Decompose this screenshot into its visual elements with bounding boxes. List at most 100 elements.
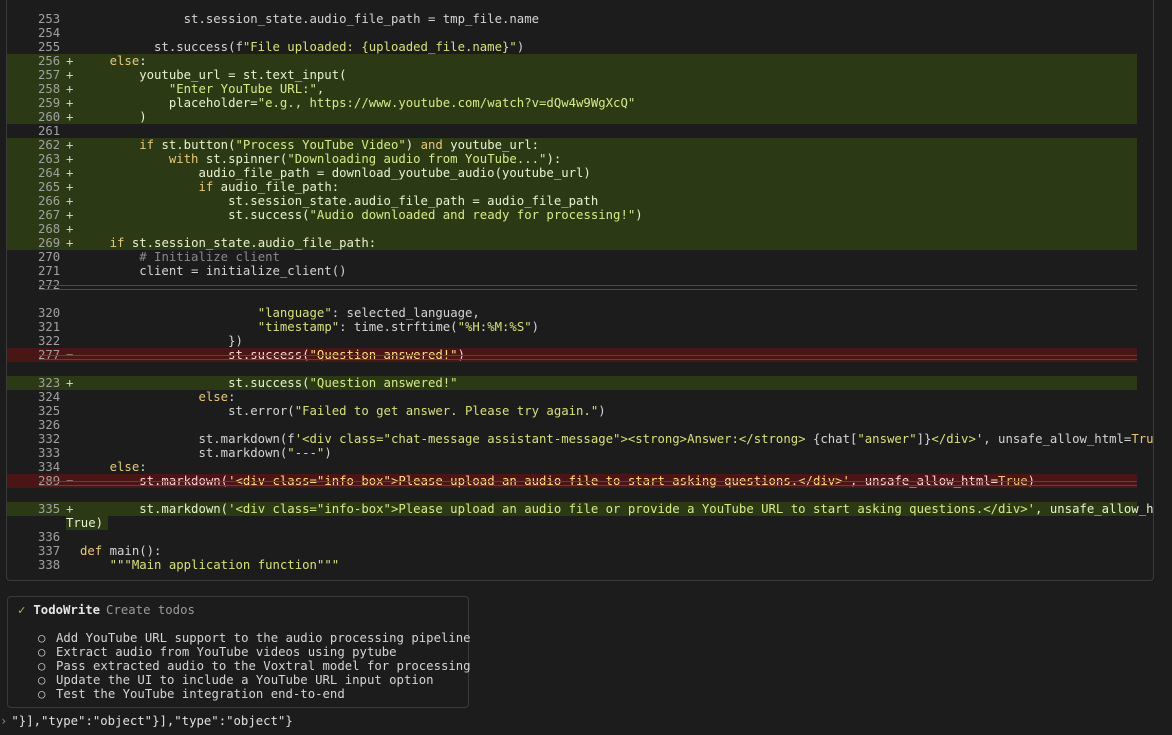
diff-line: 332 st.markdown(f'<div class="chat-messa… xyxy=(7,432,1153,446)
line-number: 263 xyxy=(38,152,61,166)
diff-line: 271 client = initialize_client() xyxy=(7,264,1137,278)
code-token: "Question answered!" xyxy=(309,376,458,390)
code-token: st.session_state.audio_file_path: xyxy=(124,236,377,250)
code-text: st.markdown('<div class="info-box">Pleas… xyxy=(80,502,1153,516)
todo-header: ✓ TodoWrite Create todos xyxy=(18,603,195,617)
code-token: st.success( xyxy=(80,376,310,390)
code-token: '<div class="info-box">Please upload an … xyxy=(228,502,1036,516)
code-token: "e.g., https://www.youtube.com/watch?v=d… xyxy=(257,96,636,110)
code-token: ) xyxy=(635,208,643,222)
diff-line-added: 335 + st.markdown('<div class="info-box">… xyxy=(7,502,1153,516)
line-number: 264 xyxy=(38,166,61,180)
code-token: </div>' xyxy=(931,432,984,446)
code-text: st.success("Question answered!" xyxy=(80,376,1137,390)
diff-line: 337 def main(): xyxy=(7,544,1137,558)
code-text: "Enter YouTube URL:", xyxy=(80,82,1137,96)
line-number: 266 xyxy=(38,194,61,208)
circle-icon: ○ xyxy=(38,645,46,659)
todo-item: ○ Add YouTube URL support to the audio pr… xyxy=(38,631,471,645)
code-token: "---" xyxy=(287,446,325,460)
line-number: 270 xyxy=(38,250,61,264)
diff-line: 270 # Initialize client xyxy=(7,250,1137,264)
diff-line-added: 259 + placeholder="e.g., https://www.yout… xyxy=(7,96,1137,110)
diff-line-added: 256 + else: xyxy=(7,54,1137,68)
diff-line: 255 st.success(f"File uploaded: {uploade… xyxy=(7,40,1137,54)
code-text: "timestamp": time.strftime("%H:%M:%S") xyxy=(80,320,1137,334)
line-number: 260 xyxy=(38,110,61,124)
code-token: with xyxy=(168,152,199,166)
code-token: "Enter YouTube URL:" xyxy=(168,82,317,96)
code-text: def main(): xyxy=(80,544,1137,558)
code-token: "timestamp" xyxy=(257,320,340,334)
check-icon: ✓ xyxy=(18,603,26,617)
code-token: st.session_state.audio_file_path = tmp_f… xyxy=(80,12,540,26)
diff-line-added: 323 + st.success("Question answered!" xyxy=(7,376,1137,390)
line-number: 335 xyxy=(38,502,61,516)
line-number: 321 xyxy=(38,320,61,334)
code-text: "language": selected_language, xyxy=(80,306,1137,320)
code-text: st.markdown("---") xyxy=(80,446,1137,460)
code-token: "Failed to get answer. Please try again.… xyxy=(294,404,599,418)
code-token: st.spinner( xyxy=(198,152,288,166)
diff-line-added: 267 + st.success("Audio downloaded and re… xyxy=(7,208,1137,222)
line-number: 265 xyxy=(38,180,61,194)
code-token: youtube_url = st.text_input( xyxy=(80,68,347,82)
code-token: ) xyxy=(598,404,606,418)
code-token: , xyxy=(316,82,325,96)
diff-marker: + xyxy=(66,96,74,110)
code-token: if xyxy=(198,180,214,194)
line-number: 262 xyxy=(38,138,61,152)
diff-line: 334 else: xyxy=(7,460,1137,474)
code-token: ) xyxy=(531,320,540,334)
line-number: 269 xyxy=(38,236,61,250)
todo-tool-card: ✓ TodoWrite Create todos ○ Add YouTube URL … xyxy=(7,596,471,708)
diff-marker: + xyxy=(66,236,74,250)
todo-text: Update the UI to include a YouTube URL i… xyxy=(56,673,434,687)
diff-line: 322 }) xyxy=(7,334,1137,348)
line-number: 254 xyxy=(38,26,61,40)
code-text: audio_file_path = download_youtube_audio… xyxy=(80,166,1137,180)
diff-line: 320 "language": selected_language, xyxy=(7,306,1137,320)
line-number: 338 xyxy=(38,558,61,572)
line-number: 323 xyxy=(38,376,61,390)
code-token: if xyxy=(139,138,155,152)
json-text: "}],"type":"object"}],"type":"object"} xyxy=(11,714,293,728)
line-number: 326 xyxy=(38,418,61,432)
line-number: 337 xyxy=(38,544,61,558)
line-number: 334 xyxy=(38,460,61,474)
diff-marker: + xyxy=(66,138,74,152)
diff-marker: + xyxy=(66,110,74,124)
line-number: 257 xyxy=(38,68,61,82)
code-token: youtube_url: xyxy=(442,138,540,152)
todo-item: ○ Pass extracted audio to the Voxtral mod… xyxy=(38,659,471,673)
code-token: st.success(f xyxy=(80,40,243,54)
hunk-separator xyxy=(39,481,1137,486)
code-text: st.error("Failed to get answer. Please t… xyxy=(80,404,1137,418)
code-text: st.session_state.audio_file_path = tmp_f… xyxy=(80,12,1137,26)
diff-line-added: 269 + if st.session_state.audio_file_path… xyxy=(7,236,1137,250)
diff-line-added: 262 + if st.button("Process YouTube Video… xyxy=(7,138,1137,152)
code-text: st.markdown(f'<div class="chat-message a… xyxy=(80,432,1153,446)
line-number: 255 xyxy=(38,40,61,54)
diff-line-added: 266 + st.session_state.audio_file_path = … xyxy=(7,194,1137,208)
code-text: if st.button("Process YouTube Video") an… xyxy=(80,138,1137,152)
code-token: : xyxy=(139,460,147,474)
code-token: st.markdown(f xyxy=(80,432,295,446)
code-token: {chat[ xyxy=(812,432,858,446)
diff-marker: + xyxy=(66,376,74,390)
wrapped-code: True) xyxy=(66,516,104,530)
code-text: client = initialize_client() xyxy=(80,264,1137,278)
diff-marker: + xyxy=(66,208,74,222)
line-number: 253 xyxy=(38,12,61,26)
code-text: ) xyxy=(80,110,1137,124)
code-text: if audio_file_path: xyxy=(80,180,1137,194)
code-text: }) xyxy=(80,334,1137,348)
